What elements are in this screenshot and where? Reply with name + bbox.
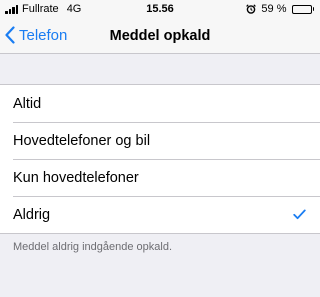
- page-title: Meddel opkald: [109, 28, 211, 44]
- list-item-label: Aldrig: [13, 206, 51, 223]
- options-list: Altid Hovedtelefoner og bil Kun hovedtel…: [0, 84, 320, 234]
- checkmark-icon: [293, 209, 306, 220]
- navigation-bar: Telefon Meddel opkald: [0, 20, 320, 54]
- list-item-altid[interactable]: Altid: [0, 85, 320, 122]
- list-item-hovedtelefoner-og-bil[interactable]: Hovedtelefoner og bil: [0, 122, 320, 159]
- list-item-label: Hovedtelefoner og bil: [13, 132, 151, 149]
- list-item-label: Kun hovedtelefoner: [13, 169, 139, 186]
- list-item-label: Altid: [13, 95, 42, 112]
- footer-note: Meddel aldrig indgående opkald.: [13, 241, 173, 253]
- alarm-icon: [246, 4, 257, 14]
- battery-icon: [291, 4, 314, 14]
- list-item-kun-hovedtelefoner[interactable]: Kun hovedtelefoner: [0, 159, 320, 196]
- battery-percent: 59 %: [261, 3, 287, 15]
- list-item-aldrig[interactable]: Aldrig: [0, 196, 320, 233]
- status-bar: Fullrate 4G 15.56 59 %: [0, 0, 320, 20]
- status-right: 59 %: [246, 3, 314, 15]
